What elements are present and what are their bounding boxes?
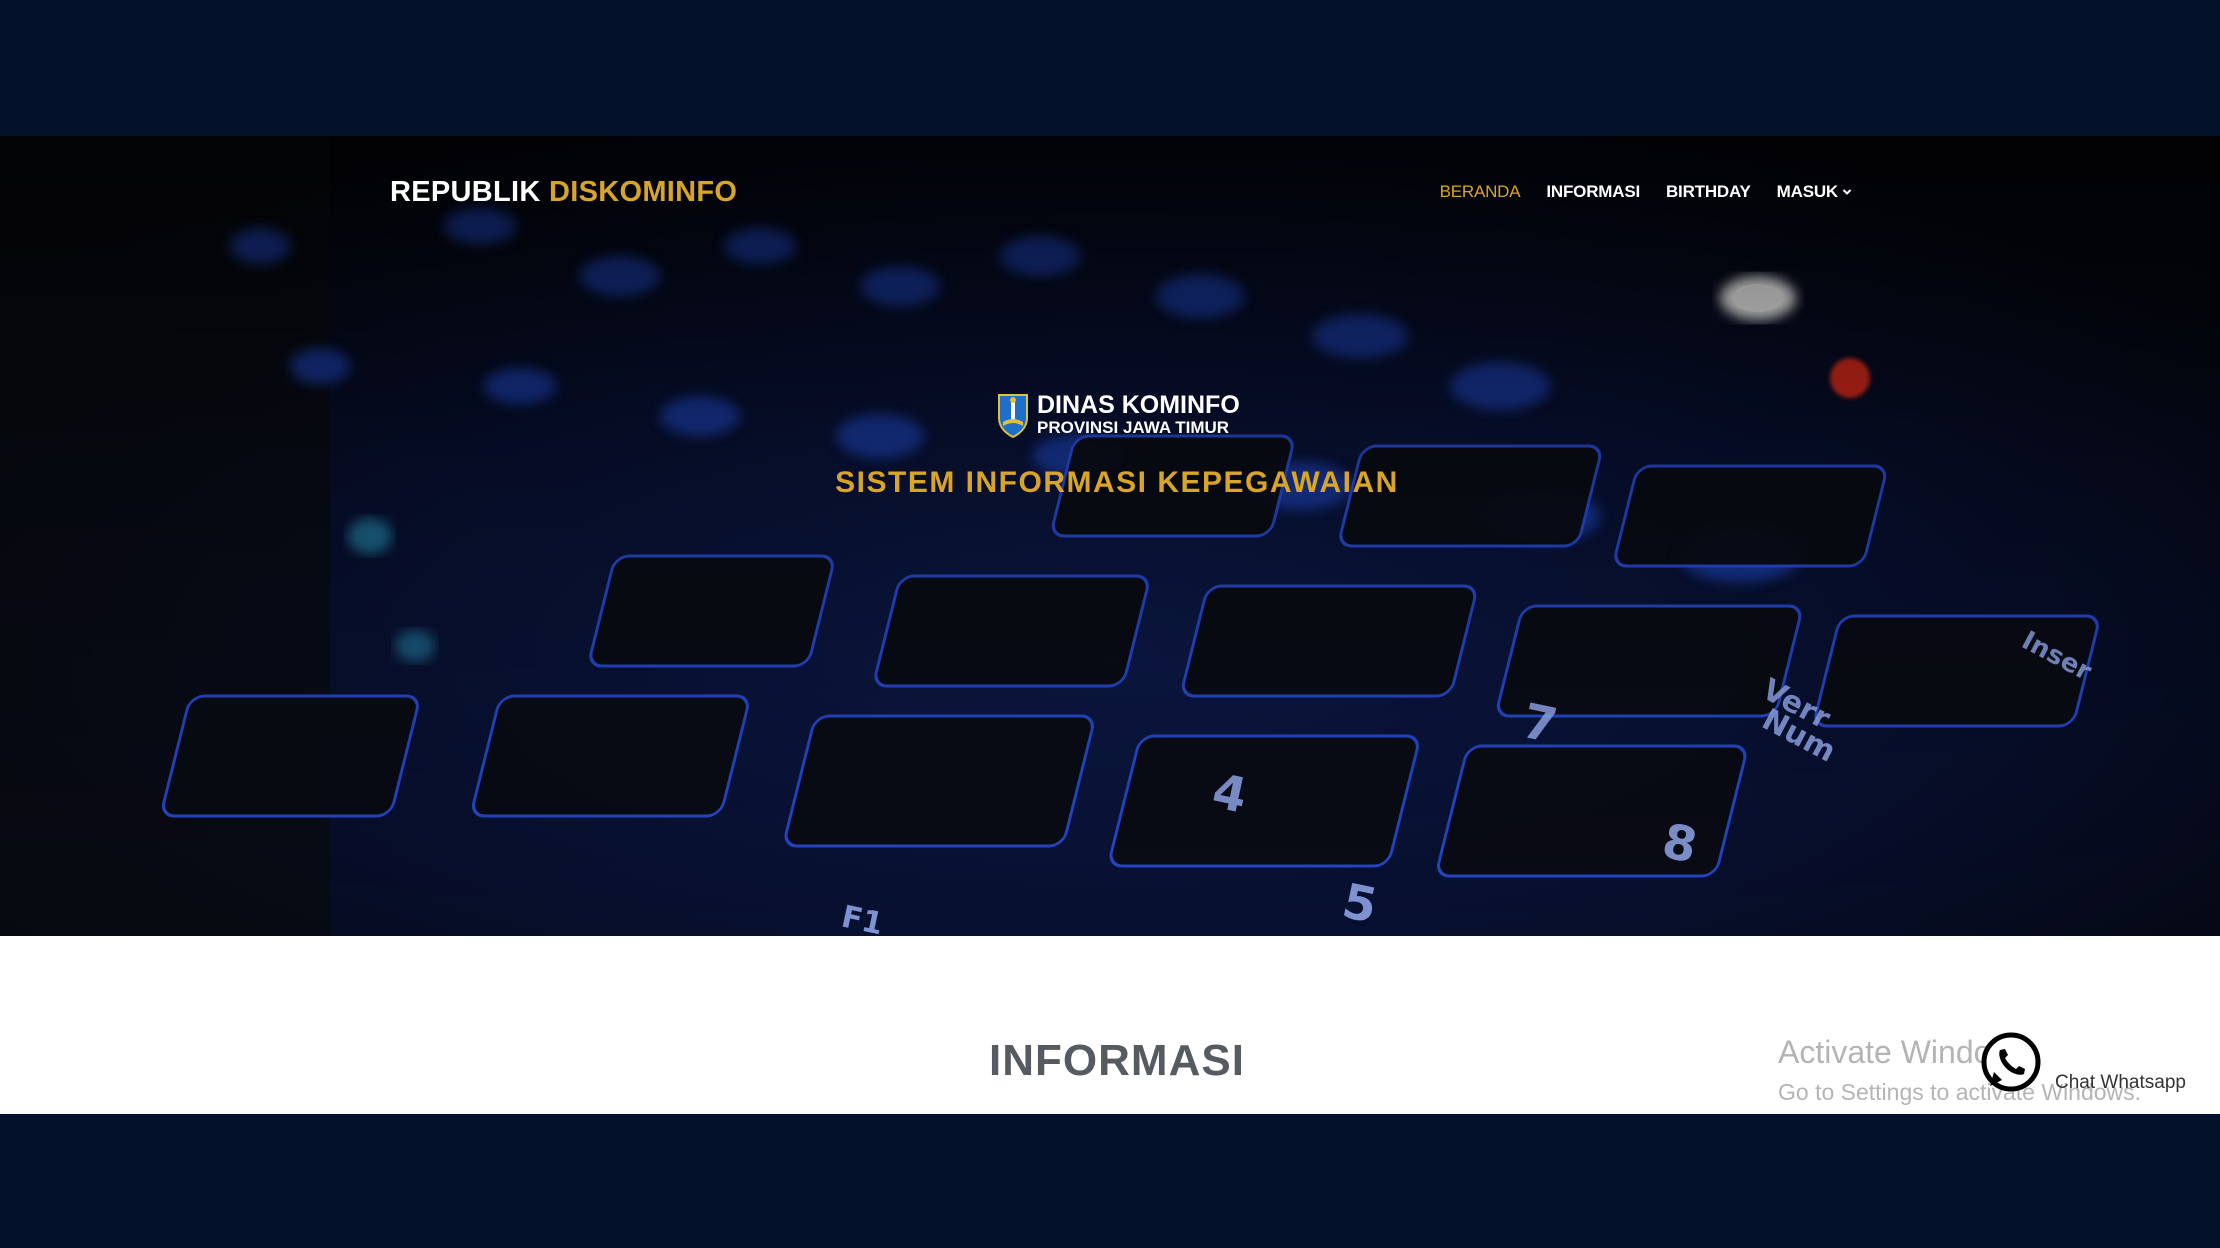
- main-nav: BERANDA INFORMASI BIRTHDAY MASUK: [1440, 182, 1852, 202]
- logo-text: DINAS KOMINFO PROVINSI JAWA TIMUR: [1037, 390, 1240, 438]
- nav-item-masuk[interactable]: MASUK: [1777, 182, 1852, 202]
- brand-part-diskominfo: DISKOMINFO: [549, 176, 738, 208]
- nav-item-beranda[interactable]: BERANDA: [1440, 182, 1521, 202]
- screen-frame: 4 7 8 5 Verr Num Inser F1 REPUBLIK DISKO…: [0, 0, 2220, 1248]
- logo-line1: DINAS KOMINFO: [1037, 390, 1240, 419]
- watermark-line1: Activate Windows: [1778, 1034, 2031, 1070]
- whatsapp-icon[interactable]: [1976, 1028, 2046, 1098]
- logo-line2: PROVINSI JAWA TIMUR: [1037, 417, 1230, 437]
- hero-banner: 4 7 8 5 Verr Num Inser F1 REPUBLIK DISKO…: [0, 136, 2220, 936]
- hero-overlay: [0, 136, 2220, 936]
- dinas-kominfo-logo: DINAS KOMINFO PROVINSI JAWA TIMUR: [995, 392, 1240, 438]
- nav-item-birthday[interactable]: BIRTHDAY: [1666, 182, 1751, 202]
- chevron-down-icon: [1842, 189, 1852, 195]
- hero-subtitle: SISTEM INFORMASI KEPEGAWAIAN: [835, 466, 1399, 499]
- nav-item-masuk-label: MASUK: [1776, 182, 1839, 201]
- site-brand[interactable]: REPUBLIK DISKOMINFO: [390, 176, 737, 209]
- whatsapp-chat-label[interactable]: Chat Whatsapp: [2055, 1072, 2186, 1094]
- activate-windows-watermark: Activate Windows Go to Settings to activ…: [1778, 1034, 2141, 1106]
- nav-item-informasi[interactable]: INFORMASI: [1546, 182, 1640, 202]
- brand-part-republik: REPUBLIK: [390, 176, 541, 208]
- east-java-crest-icon: [998, 394, 1028, 438]
